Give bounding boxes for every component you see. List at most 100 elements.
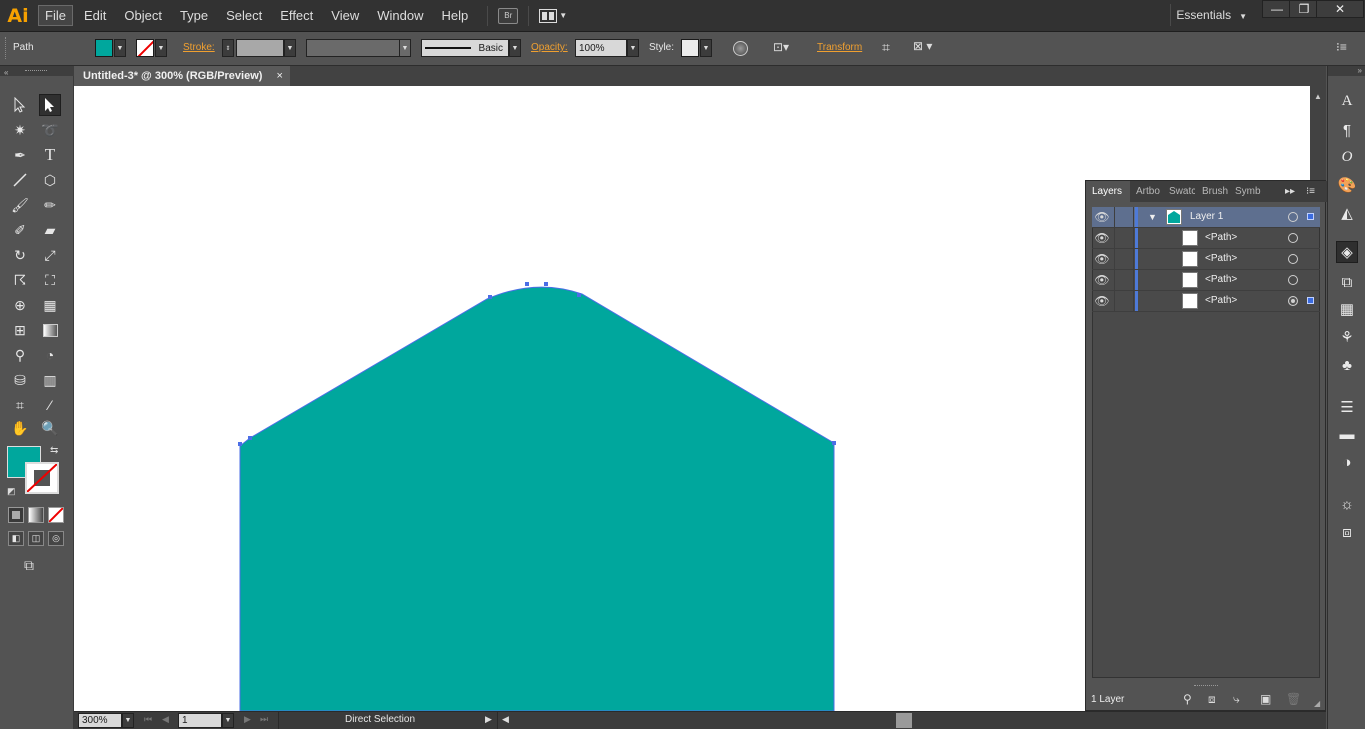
isolate-options-icon[interactable]: ⊠ ▾ — [913, 39, 932, 53]
target-circle-icon[interactable] — [1288, 296, 1298, 306]
new-sublayer-icon[interactable]: ⤷ — [1233, 692, 1240, 707]
artboard-dropdown[interactable]: ▼ — [222, 713, 234, 728]
none-mode-button[interactable] — [48, 507, 64, 523]
sublayer-name[interactable]: <Path> — [1205, 253, 1237, 264]
draw-inside-icon[interactable]: ◎ — [48, 531, 64, 546]
minimize-button[interactable]: — — [1262, 0, 1292, 18]
selection-tool[interactable] — [9, 94, 31, 116]
anchor-point[interactable] — [488, 295, 492, 299]
resize-grip-icon[interactable] — [1194, 685, 1218, 686]
draw-behind-icon[interactable]: ◫ — [28, 531, 44, 546]
next-artboard-icon[interactable]: ▶ — [244, 714, 251, 725]
brush-definition-field[interactable]: Basic — [421, 39, 509, 57]
bridge-button[interactable]: Br — [498, 7, 519, 24]
draw-normal-icon[interactable]: ◧ — [8, 531, 24, 546]
color-mode-button[interactable] — [8, 507, 24, 523]
column-graph-tool[interactable]: ▥ — [39, 369, 61, 391]
screen-mode-icon[interactable]: ⧉ — [24, 557, 34, 574]
variable-width-dropdown[interactable]: ▼ — [399, 39, 411, 57]
layers-panel-icon[interactable]: ◈ — [1336, 241, 1358, 263]
shape-builder-tool[interactable]: ⊕ — [9, 294, 31, 316]
anchor-point[interactable] — [544, 282, 548, 286]
target-circle-icon[interactable] — [1288, 254, 1298, 264]
perspective-grid-tool[interactable]: ▦ — [39, 294, 61, 316]
graphic-styles-panel-icon[interactable]: ⧈ — [1336, 521, 1358, 543]
workspace-switcher[interactable]: Essentials ▼ — [1176, 8, 1247, 22]
anchor-point[interactable] — [832, 441, 836, 445]
eraser-tool[interactable]: ▰ — [39, 219, 61, 241]
menu-help[interactable]: Help — [434, 5, 475, 26]
paintbrush-tool[interactable]: 🖌 — [9, 194, 31, 216]
arrange-documents-icon[interactable]: ▼ — [539, 8, 567, 23]
selection-indicator[interactable] — [1307, 213, 1314, 220]
anchor-point[interactable] — [248, 436, 252, 440]
lock-toggle[interactable] — [1114, 207, 1134, 227]
type-tool[interactable]: T — [39, 144, 61, 166]
gradient-mode-button[interactable] — [28, 507, 44, 523]
close-tab-icon[interactable]: × — [276, 70, 282, 82]
gradient-panel-icon[interactable]: ▬ — [1336, 423, 1358, 445]
stroke-swatch[interactable] — [136, 39, 154, 57]
character-panel-icon[interactable]: A — [1336, 90, 1358, 112]
recolor-artwork-icon[interactable] — [733, 41, 748, 56]
visibility-eye-icon[interactable]: 👁 — [1094, 252, 1110, 266]
sublayer-name[interactable]: <Path> — [1205, 232, 1237, 243]
opentype-panel-icon[interactable]: O — [1336, 146, 1358, 168]
warp-tool[interactable]: ☈ — [9, 269, 31, 291]
anchor-point[interactable] — [238, 442, 242, 446]
pencil-tool[interactable]: ✏ — [39, 194, 61, 216]
swap-colors-icon[interactable]: ⇆ — [50, 445, 58, 456]
anchor-point[interactable] — [577, 293, 581, 297]
zoom-field[interactable]: 300% — [78, 713, 122, 728]
lasso-tool[interactable]: ➰ — [39, 119, 61, 141]
visibility-eye-icon[interactable]: 👁 — [1094, 294, 1110, 308]
color-panel-icon[interactable]: 🎨 — [1336, 174, 1358, 196]
close-window-button[interactable]: ✕ — [1316, 0, 1364, 18]
hand-tool[interactable]: ✋ — [9, 417, 31, 439]
status-menu-icon[interactable]: ▶ — [485, 714, 492, 725]
stroke-dropdown[interactable]: ▼ — [155, 39, 167, 57]
isolate-icon[interactable]: ⌗ — [882, 39, 890, 56]
symbol-sprayer-tool[interactable]: ⛁ — [9, 369, 31, 391]
lock-toggle[interactable] — [1114, 270, 1134, 290]
appearance-panel-icon[interactable]: ☼ — [1336, 493, 1358, 515]
polygon-tool[interactable]: ⬡ — [39, 169, 61, 191]
lock-toggle[interactable] — [1114, 228, 1134, 248]
sublayer-name[interactable]: <Path> — [1205, 295, 1237, 306]
rotate-tool[interactable]: ↻ — [9, 244, 31, 266]
pentagon-shape[interactable] — [239, 286, 835, 711]
fill-dropdown[interactable]: ▼ — [114, 39, 126, 57]
menu-object[interactable]: Object — [117, 5, 169, 26]
sublayer-name[interactable]: <Path> — [1205, 274, 1237, 285]
gradient-tool[interactable] — [39, 319, 61, 341]
menu-edit[interactable]: Edit — [77, 5, 113, 26]
menu-window[interactable]: Window — [370, 5, 430, 26]
control-panel-menu-icon[interactable]: ⁝≡ — [1336, 40, 1347, 54]
magic-wand-tool[interactable]: ✷ — [9, 119, 31, 141]
pen-tool[interactable]: ✒ — [9, 144, 31, 166]
target-circle-icon[interactable] — [1288, 212, 1298, 222]
fill-swatch[interactable] — [95, 39, 113, 57]
transparency-panel-icon[interactable]: ◑ — [1336, 451, 1358, 473]
target-circle-icon[interactable] — [1288, 275, 1298, 285]
paragraph-panel-icon[interactable]: ¶ — [1336, 119, 1358, 141]
collapse-icon[interactable]: « — [4, 68, 8, 77]
graphic-style-swatch[interactable] — [681, 39, 699, 57]
stroke-panel-icon[interactable]: ☰ — [1336, 396, 1358, 418]
sublayer-row[interactable]: 👁 <Path> — [1092, 270, 1320, 291]
first-artboard-icon[interactable]: ⏮ — [144, 714, 152, 725]
lock-toggle[interactable] — [1114, 249, 1134, 269]
tab-layers[interactable]: Layers — [1086, 181, 1130, 202]
artboard-tool[interactable]: ⌗ — [9, 394, 31, 416]
stroke-color-box[interactable] — [25, 462, 59, 494]
tab-swatches[interactable]: Swatc — [1169, 181, 1195, 202]
panel-menu-icon[interactable]: ⁝≡ — [1306, 181, 1324, 202]
mesh-tool[interactable]: ⊞ — [9, 319, 31, 341]
lock-toggle[interactable] — [1114, 291, 1134, 311]
variable-width-field[interactable] — [306, 39, 400, 57]
maximize-button[interactable]: ❐ — [1289, 0, 1319, 18]
menu-select[interactable]: Select — [219, 5, 269, 26]
menu-file[interactable]: File — [38, 5, 73, 26]
direct-selection-tool[interactable] — [39, 94, 61, 116]
tab-brushes[interactable]: Brush — [1202, 181, 1230, 202]
